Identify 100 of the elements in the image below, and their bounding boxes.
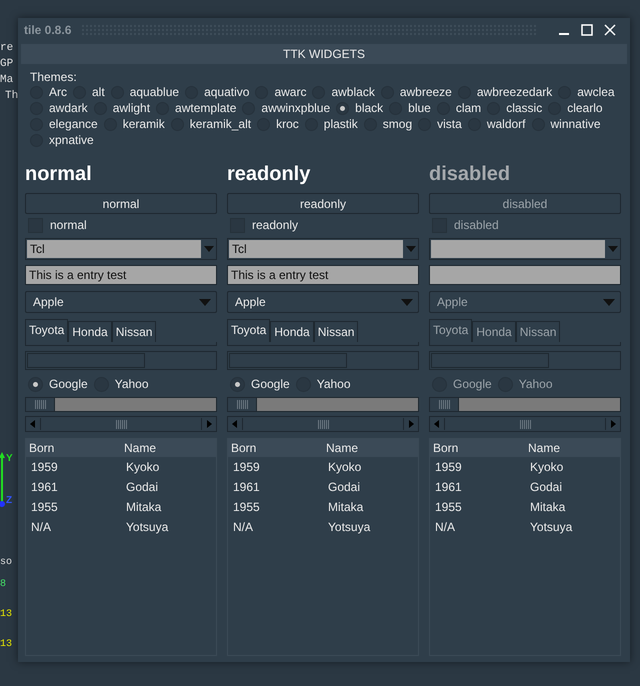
column-title: disabled xyxy=(429,162,510,186)
column-header[interactable]: Name xyxy=(323,439,418,457)
tab[interactable]: Honda xyxy=(270,321,314,342)
maximize-icon[interactable] xyxy=(581,24,593,36)
console-text: so xyxy=(0,556,12,569)
dropdown-arrow-icon xyxy=(199,298,211,306)
theme-radio[interactable]: aquablue xyxy=(110,84,180,100)
theme-radio[interactable]: kroc xyxy=(257,116,299,132)
theme-radio[interactable]: awlight xyxy=(94,100,150,116)
table-cell-text: 1955 xyxy=(232,499,261,516)
theme-radio[interactable]: keramik xyxy=(104,116,165,132)
menu-button[interactable]: Apple xyxy=(25,291,217,313)
theme-radio[interactable]: smog xyxy=(364,116,412,132)
column-header[interactable]: Name xyxy=(121,439,216,457)
right-arrow-icon[interactable] xyxy=(406,419,416,429)
horizontal-scrollbar[interactable] xyxy=(227,416,419,432)
theme-radio[interactable]: vista xyxy=(418,116,462,132)
theme-radio[interactable]: waldorf xyxy=(468,116,526,132)
dropdown-arrow-icon[interactable] xyxy=(204,246,214,252)
entry-field[interactable]: This is a entry test xyxy=(227,265,419,285)
theme-radio[interactable]: awblack xyxy=(312,84,375,100)
theme-radio[interactable]: black xyxy=(336,100,384,116)
theme-radio[interactable]: awdark xyxy=(30,100,88,116)
console-text: 13 xyxy=(0,638,12,651)
theme-radio[interactable]: xpnative xyxy=(30,132,94,148)
entry-field[interactable]: This is a entry test xyxy=(25,265,217,285)
combobox[interactable]: Tcl xyxy=(25,238,217,260)
close-icon[interactable] xyxy=(604,24,616,36)
dropdown-arrow-icon[interactable] xyxy=(608,246,618,252)
theme-radio[interactable]: awclea xyxy=(558,84,615,100)
dropdown-arrow-icon xyxy=(603,298,615,306)
theme-radio[interactable]: blue xyxy=(389,100,431,116)
table-cell-text: Mitaka xyxy=(125,499,162,516)
tab[interactable]: Honda xyxy=(68,321,112,342)
scale-slider[interactable] xyxy=(25,397,217,412)
table-cell-text: 1959 xyxy=(232,459,261,476)
radio-button[interactable]: Google xyxy=(28,376,88,392)
table-cell-text: Kyoko xyxy=(529,459,564,476)
tab[interactable]: Toyota xyxy=(227,319,270,342)
push-button[interactable]: readonly xyxy=(227,193,419,214)
right-arrow-icon[interactable] xyxy=(204,419,214,429)
console-text: 8 xyxy=(0,578,6,591)
dropdown-arrow-icon[interactable] xyxy=(406,246,416,252)
scale-slider[interactable] xyxy=(227,397,419,412)
column-header[interactable]: Born xyxy=(26,439,121,457)
radio-button[interactable]: Yahoo xyxy=(296,376,351,392)
theme-radio[interactable]: alt xyxy=(73,84,105,100)
table-cell-text: Godai xyxy=(529,479,564,496)
checkbox[interactable]: normal xyxy=(25,214,87,236)
tab[interactable]: Nissan xyxy=(112,321,156,342)
window-title: tile 0.8.6 xyxy=(24,23,72,37)
table-cell-text: 1955 xyxy=(434,499,463,516)
table-cell-text: Yotsuya xyxy=(125,519,170,536)
column-title: readonly xyxy=(227,162,310,186)
theme-radio[interactable]: aquativo xyxy=(185,84,250,100)
table-cell-text: Godai xyxy=(327,479,362,496)
radio-button[interactable]: Google xyxy=(230,376,290,392)
theme-radio[interactable]: Arc xyxy=(30,84,67,100)
push-button[interactable]: normal xyxy=(25,193,217,214)
axis-label: Y xyxy=(6,454,13,464)
table-cell-text: Kyoko xyxy=(125,459,160,476)
table-cell-text: Yotsuya xyxy=(529,519,574,536)
combobox[interactable]: Tcl xyxy=(227,238,419,260)
theme-radio[interactable]: plastik xyxy=(304,116,358,132)
theme-radio[interactable]: clearlo xyxy=(548,100,603,116)
tab[interactable]: Toyota xyxy=(25,319,68,342)
theme-radio[interactable]: awbreezedark xyxy=(458,84,552,100)
combobox-value: Tcl xyxy=(27,240,201,258)
theme-radio[interactable]: classic xyxy=(487,100,542,116)
menu-button[interactable]: Apple xyxy=(227,291,419,313)
theme-radio[interactable]: awwinxpblue xyxy=(242,100,330,116)
theme-radio[interactable]: awtemplate xyxy=(156,100,236,116)
theme-radio[interactable]: awbreeze xyxy=(380,84,452,100)
menu-button-value: Apple xyxy=(33,294,64,311)
left-arrow-icon[interactable] xyxy=(230,419,240,429)
menu-button-value: Apple xyxy=(235,294,266,311)
column-title: normal xyxy=(25,162,92,186)
background-text: Th xyxy=(4,89,18,104)
table-cell-text: Yotsuya xyxy=(327,519,372,536)
console-text: 13 xyxy=(0,608,12,621)
checkbox[interactable]: readonly xyxy=(227,214,298,236)
horizontal-scrollbar[interactable] xyxy=(25,416,217,432)
left-arrow-icon[interactable] xyxy=(28,419,38,429)
column-header[interactable]: Born xyxy=(228,439,323,457)
background-text: GP xyxy=(0,57,14,72)
table-cell-text: 1961 xyxy=(434,479,463,496)
table-cell-text: 1961 xyxy=(30,479,59,496)
theme-radio[interactable]: awarc xyxy=(255,84,306,100)
header-bar: TTK WIDGETS xyxy=(21,44,627,64)
theme-radio[interactable]: keramik_alt xyxy=(170,116,252,132)
themes-label: Themes: xyxy=(30,70,77,84)
theme-radio[interactable]: clam xyxy=(436,100,482,116)
theme-radio[interactable]: elegance xyxy=(30,116,98,132)
table-cell-text: 1955 xyxy=(30,499,59,516)
theme-radio[interactable]: winnative xyxy=(532,116,601,132)
background-text: Ma xyxy=(0,73,14,88)
background-text: re xyxy=(0,41,14,56)
radio-button[interactable]: Yahoo xyxy=(94,376,149,392)
table-cell-text: N/A xyxy=(232,519,254,536)
tab[interactable]: Nissan xyxy=(314,321,358,342)
